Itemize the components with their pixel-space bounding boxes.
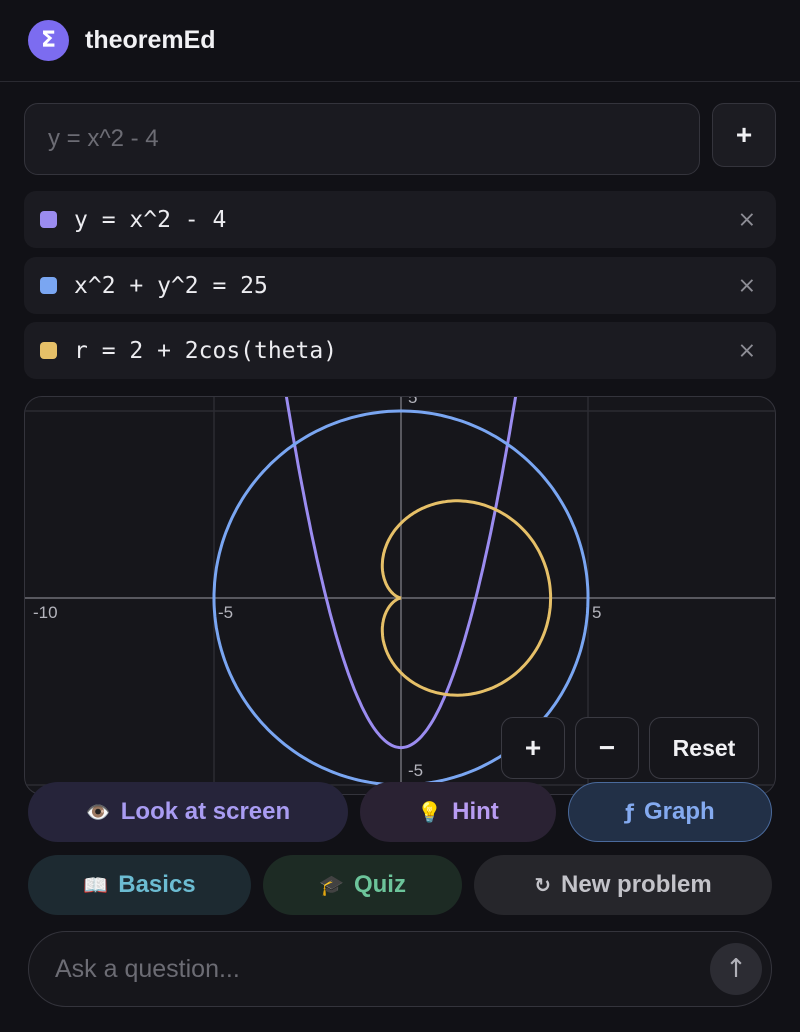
equation-row-1[interactable]: y = x^2 - 4 × (24, 191, 776, 248)
basics-label: Basics (118, 871, 196, 898)
remove-equation-icon[interactable]: × (738, 273, 756, 298)
reset-view-button[interactable]: Reset (649, 717, 759, 779)
ask-question-input[interactable] (28, 931, 772, 1007)
color-swatch[interactable] (40, 211, 57, 228)
tick-label-x-neg5: -5 (218, 603, 233, 622)
look-at-screen-button[interactable]: 👁️ Look at screen (28, 782, 348, 842)
equation-text: x^2 + y^2 = 25 (74, 272, 268, 299)
add-equation-button[interactable]: + (712, 103, 776, 167)
zoom-out-button[interactable]: − (575, 717, 639, 779)
equation-text: y = x^2 - 4 (74, 206, 227, 233)
new-problem-label: New problem (561, 871, 712, 898)
graph-label: Graph (644, 798, 715, 825)
quiz-label: Quiz (353, 871, 406, 898)
remove-equation-icon[interactable]: × (738, 207, 756, 232)
function-icon: ƒ (625, 800, 634, 824)
equation-row-2[interactable]: x^2 + y^2 = 25 × (24, 257, 776, 314)
graduation-cap-icon: 🎓 (319, 873, 344, 897)
basics-button[interactable]: 📖 Basics (28, 855, 251, 915)
eye-icon: 👁️ (85, 800, 111, 824)
hint-button[interactable]: 💡 Hint (360, 782, 556, 842)
hint-label: Hint (452, 798, 499, 825)
app-header: Σ theoremEd (0, 0, 800, 82)
color-swatch[interactable] (40, 277, 57, 294)
graph-canvas[interactable]: -10 -5 5 5 -5 + − Reset (24, 396, 776, 795)
zoom-in-button[interactable]: + (501, 717, 565, 779)
app-title: theoremEd (85, 26, 216, 54)
look-at-screen-label: Look at screen (120, 798, 291, 825)
tick-label-x-5: 5 (592, 603, 601, 622)
send-arrow-icon[interactable]: ↑ (710, 943, 762, 995)
color-swatch[interactable] (40, 342, 57, 359)
sigma-logo-icon: Σ (28, 20, 69, 61)
new-problem-button[interactable]: ↻ New problem (474, 855, 772, 915)
tick-label-y-neg5: -5 (408, 761, 423, 780)
tick-label-x-neg10: -10 (33, 603, 58, 622)
tick-label-y-5: 5 (408, 397, 417, 407)
equation-row-3[interactable]: r = 2 + 2cos(theta) × (24, 322, 776, 379)
remove-equation-icon[interactable]: × (738, 338, 756, 363)
equation-input[interactable] (24, 103, 700, 175)
equation-text: r = 2 + 2cos(theta) (74, 337, 338, 364)
lightbulb-icon: 💡 (417, 800, 443, 824)
graph-button[interactable]: ƒ Graph (568, 782, 772, 842)
book-icon: 📖 (83, 873, 109, 897)
refresh-icon: ↻ (534, 873, 552, 897)
quiz-button[interactable]: 🎓 Quiz (263, 855, 462, 915)
